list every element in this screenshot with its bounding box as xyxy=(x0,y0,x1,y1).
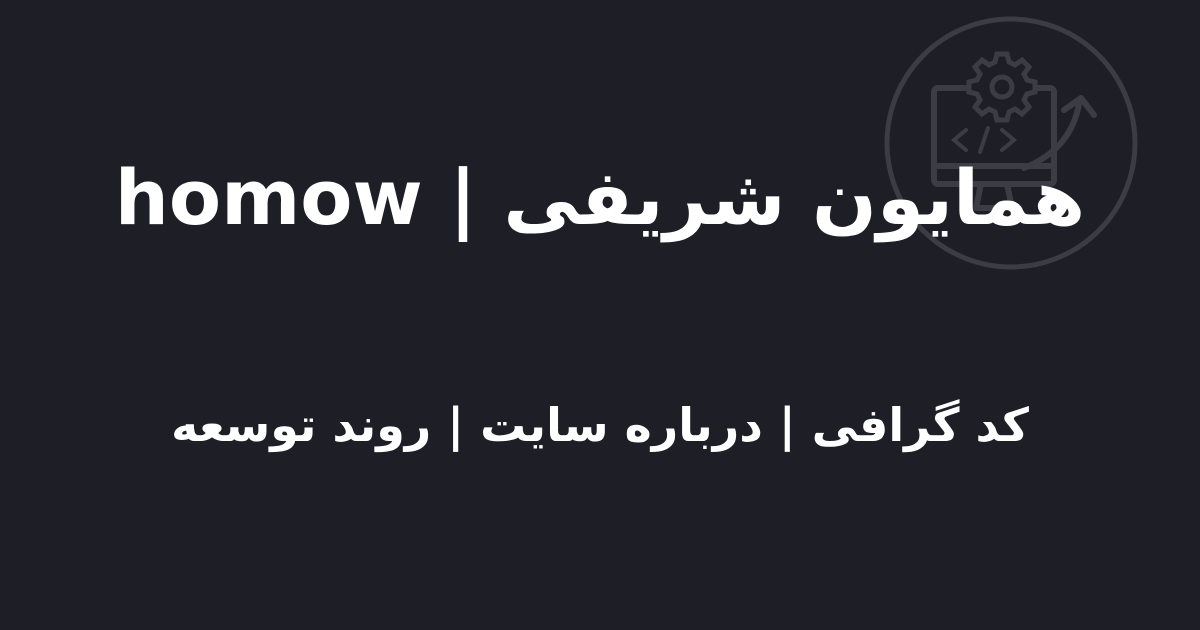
page-title: همایون شریفی | homow xyxy=(114,153,1086,242)
page-subtitle: کد گرافی | درباره سایت | روند توسعه xyxy=(171,398,1029,452)
og-image-canvas: همایون شریفی | homow کد گرافی | درباره س… xyxy=(0,0,1200,630)
